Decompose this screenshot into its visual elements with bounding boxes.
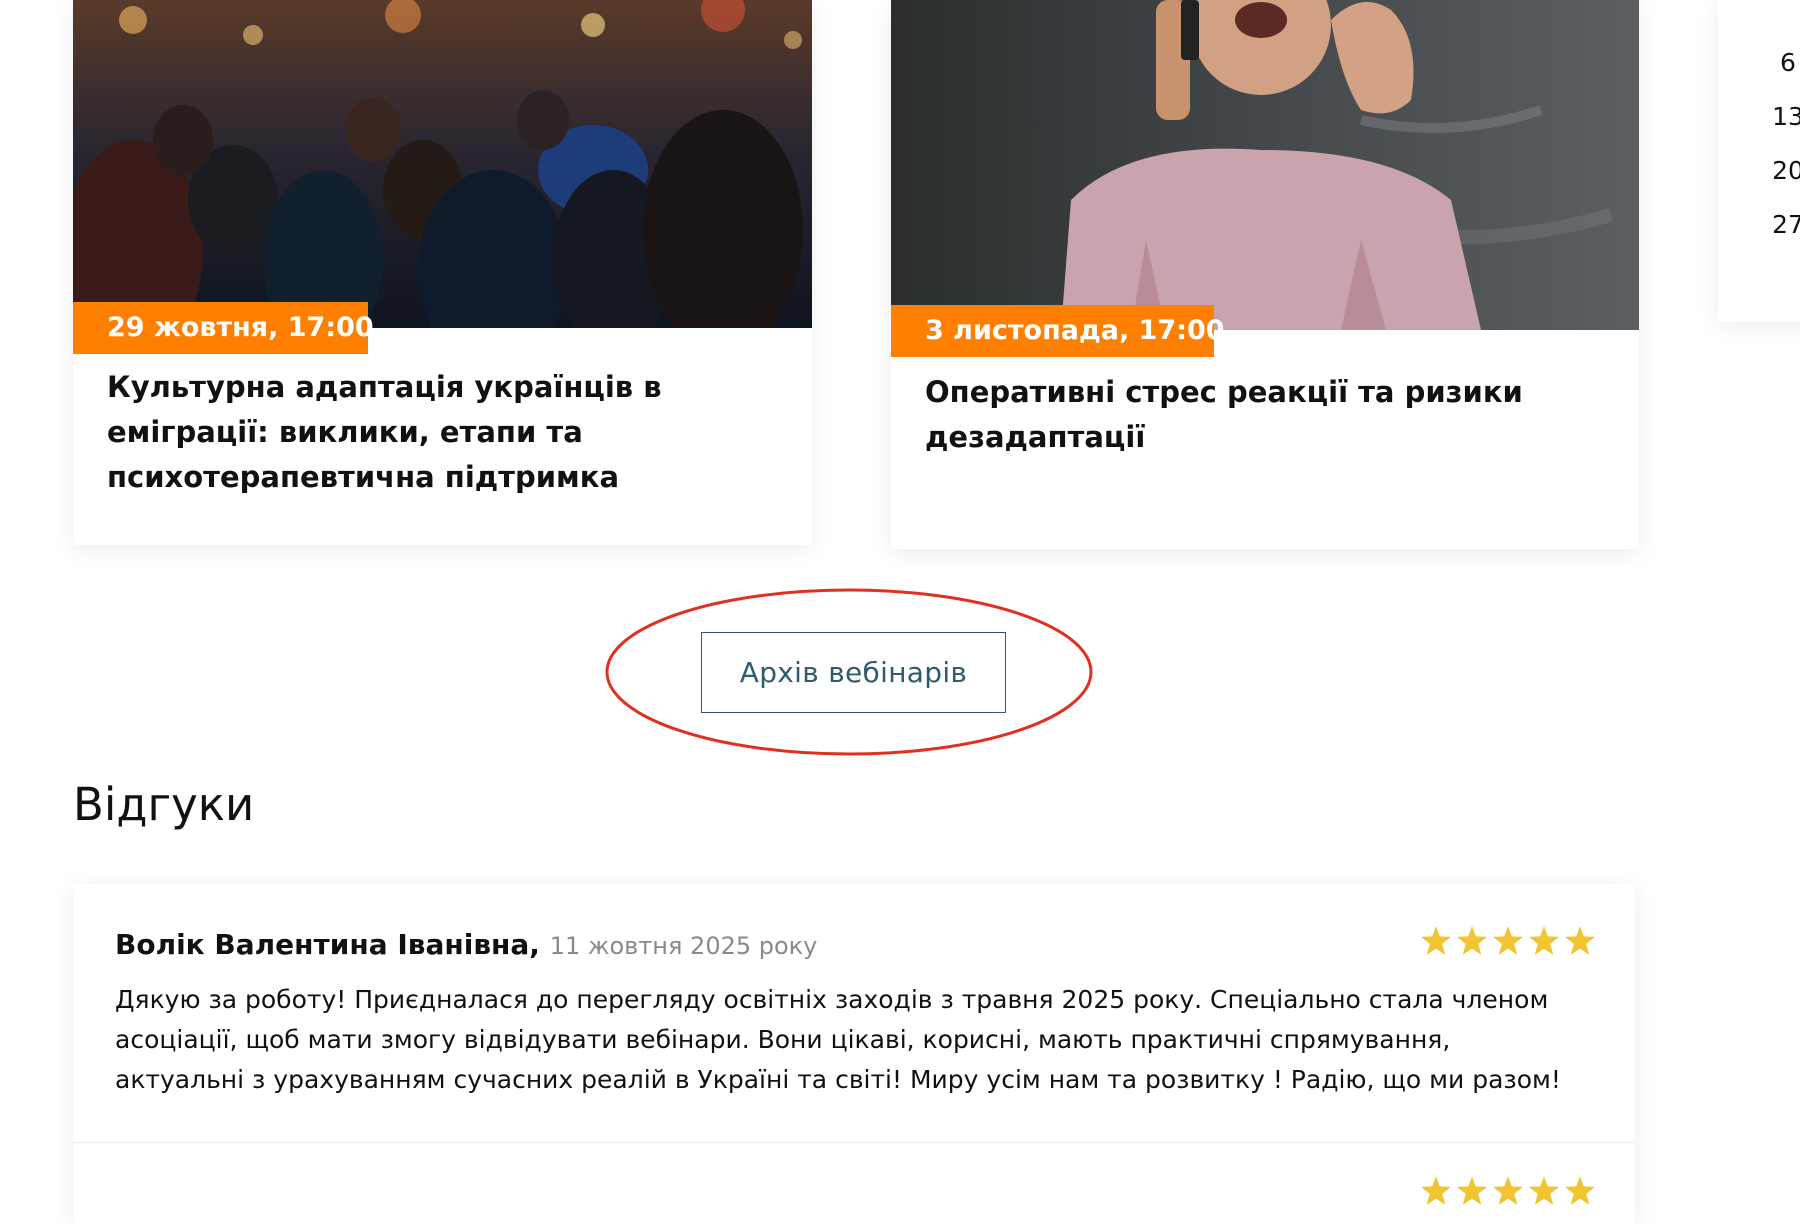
review-item: Волік Валентина Іванівна, 11 жовтня 2025… (73, 884, 1635, 1142)
star-icon (1493, 926, 1523, 955)
calendar-day[interactable]: 27 (1763, 210, 1800, 239)
star-icon (1565, 926, 1595, 955)
star-icon (1421, 1176, 1451, 1205)
webinar-card[interactable]: 29 жовтня, 17:00 Культурна адаптація укр… (73, 0, 812, 545)
webinar-title[interactable]: Культурна адаптація українців в еміграці… (107, 365, 778, 500)
star-icon (1529, 1176, 1559, 1205)
crowd-night-photo (73, 0, 812, 328)
calendar-day[interactable]: 6 (1763, 48, 1800, 77)
star-icon (1457, 926, 1487, 955)
rating-stars (1421, 926, 1595, 955)
webinar-archive-button[interactable]: Архів вебінарів (701, 632, 1006, 713)
webinar-date-badge: 3 листопада, 17:00 (891, 305, 1225, 357)
reviews-heading: Відгуки (73, 778, 255, 831)
reviews-list: Волік Валентина Іванівна, 11 жовтня 2025… (73, 884, 1635, 1224)
calendar-day[interactable]: 13 (1763, 102, 1800, 131)
review-date: 11 жовтня 2025 року (549, 932, 818, 960)
star-icon (1493, 1176, 1523, 1205)
webinar-card[interactable]: 3 листопада, 17:00 Оперативні стрес реак… (891, 0, 1639, 549)
calendar-day[interactable]: 20 (1763, 156, 1800, 185)
webinar-date-badge: 29 жовтня, 17:00 (73, 302, 374, 354)
calendar-widget: 6 13 20 27 (1718, 0, 1800, 322)
star-icon (1565, 1176, 1595, 1205)
review-author: Волік Валентина Іванівна (115, 928, 530, 961)
star-icon (1457, 1176, 1487, 1205)
webinar-title[interactable]: Оперативні стрес реакції та ризики дезад… (925, 370, 1605, 460)
review-item (73, 1142, 1635, 1224)
star-icon (1529, 926, 1559, 955)
review-text: Дякую за роботу! Приєдналася до перегляд… (115, 985, 1561, 1094)
review-header: Волік Валентина Іванівна, 11 жовтня 2025… (115, 928, 818, 961)
star-icon (1421, 926, 1451, 955)
webinar-image[interactable] (73, 0, 812, 328)
stressed-man-phone-photo (891, 0, 1639, 330)
rating-stars (1421, 1176, 1595, 1205)
webinar-image[interactable] (891, 0, 1639, 330)
